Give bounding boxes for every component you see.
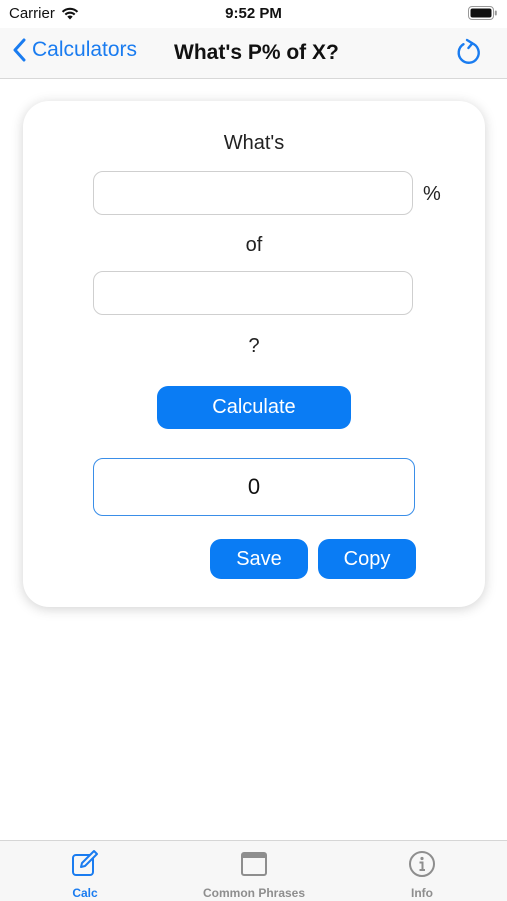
window-icon	[241, 852, 267, 876]
copy-button[interactable]: Copy	[318, 539, 416, 579]
clock: 9:52 PM	[225, 5, 282, 22]
info-icon	[409, 851, 435, 877]
question-label: ?	[248, 335, 260, 357]
percent-input[interactable]	[93, 171, 413, 215]
refresh-button[interactable]	[455, 37, 483, 72]
refresh-icon	[457, 38, 480, 64]
tab-info[interactable]: Info	[362, 849, 482, 900]
chevron-left-icon	[13, 38, 26, 62]
save-button[interactable]: Save	[210, 539, 308, 579]
whats-label: What's	[223, 132, 285, 154]
result-display: 0	[93, 458, 415, 516]
percent-symbol: %	[423, 183, 441, 205]
battery-icon	[468, 6, 498, 24]
back-button-label: Calculators	[32, 38, 138, 61]
tab-calc[interactable]: Calc	[25, 849, 145, 900]
tab-calc-label: Calc	[72, 886, 98, 900]
calculate-button[interactable]: Calculate	[157, 386, 351, 429]
status-bar: Carrier 9:52 PM	[0, 0, 507, 28]
x-value-input[interactable]	[93, 271, 413, 315]
of-label: of	[245, 234, 263, 256]
calculator-card: What's % of ? Calculate 0 Save Copy	[23, 101, 485, 607]
tab-common-phrases-label: Common Phrases	[202, 886, 306, 900]
tab-common-phrases[interactable]: Common Phrases	[194, 849, 314, 900]
tab-info-label: Info	[411, 886, 433, 900]
tab-bar: Calc Common Phrases Info	[0, 840, 507, 901]
edit-icon	[72, 850, 98, 876]
back-button[interactable]: Calculators	[12, 38, 137, 62]
page-title: What's P% of X?	[174, 41, 339, 64]
navigation-bar: Calculators What's P% of X?	[0, 28, 507, 79]
